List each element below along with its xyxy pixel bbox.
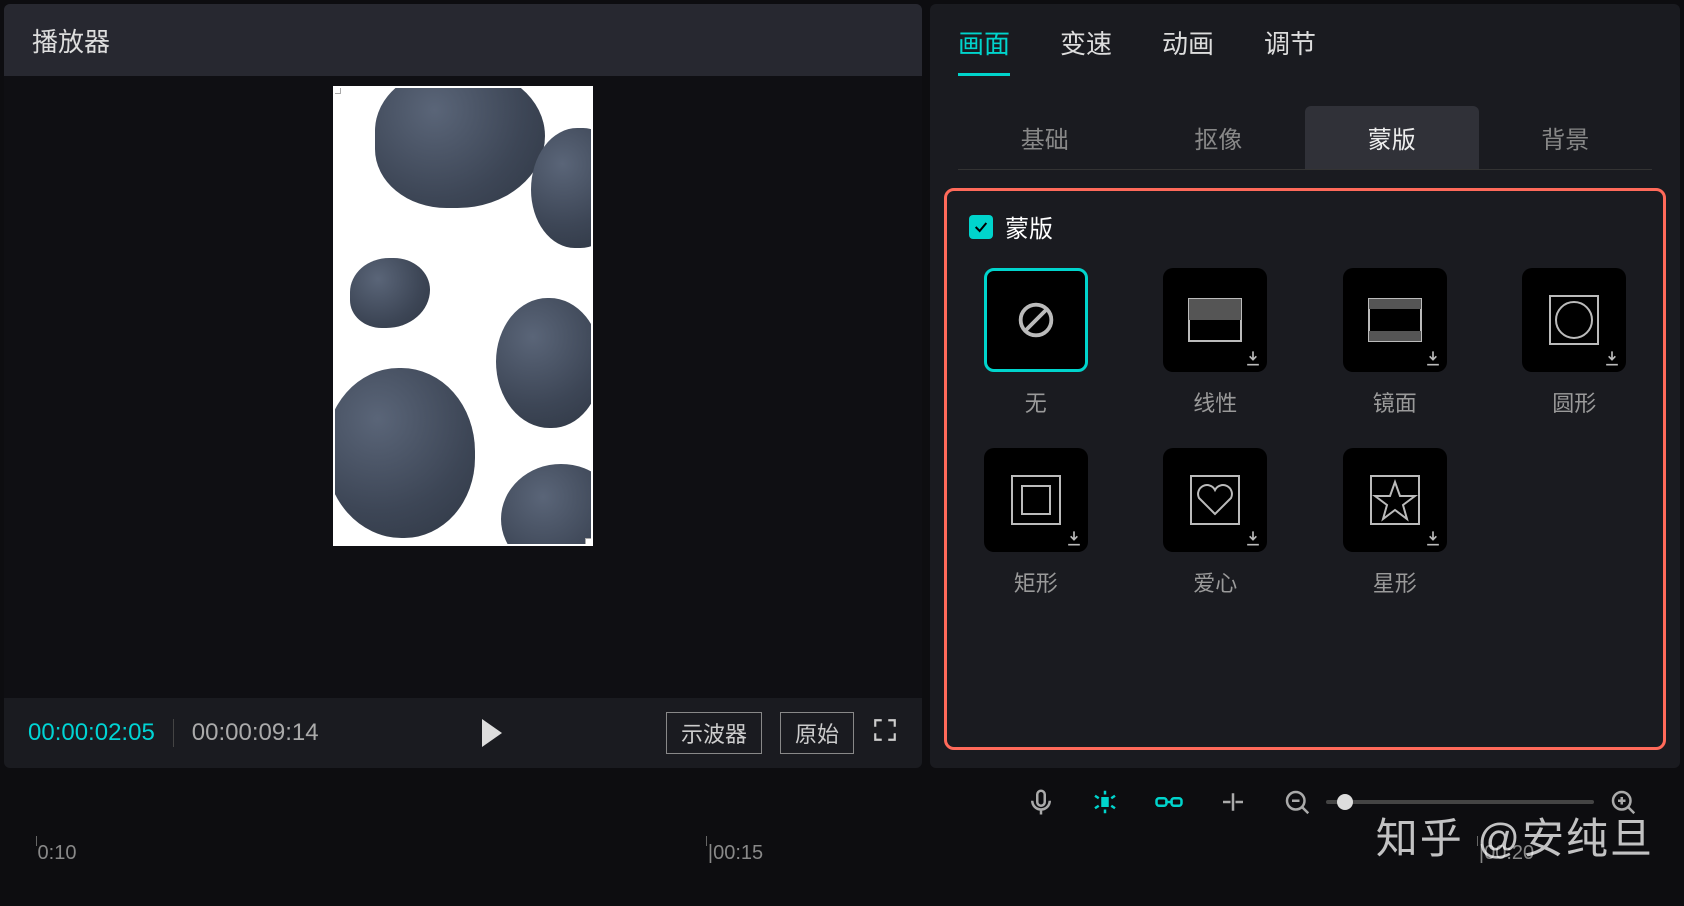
mask-mirror-thumb[interactable]: [1343, 268, 1447, 372]
mask-section-label: 蒙版: [1005, 209, 1053, 244]
divider: [173, 719, 174, 747]
mask-linear-label: 线性: [1193, 386, 1237, 418]
download-icon: [1602, 348, 1622, 368]
cut-icon[interactable]: [1216, 785, 1250, 819]
mask-heart-label: 爱心: [1193, 566, 1237, 598]
mask-linear-thumb[interactable]: [1163, 268, 1267, 372]
download-icon: [1243, 348, 1263, 368]
timeline-tick: |00:15: [708, 842, 763, 865]
player-title: 播放器: [4, 4, 922, 76]
play-button[interactable]: [482, 719, 502, 747]
video-frame[interactable]: [333, 86, 593, 546]
mask-circle-label: 圆形: [1552, 386, 1596, 418]
mask-rect-label: 矩形: [1014, 566, 1058, 598]
mask-star-thumb[interactable]: [1343, 448, 1447, 552]
mask-star[interactable]: 星形: [1328, 448, 1462, 598]
zoom-knob[interactable]: [1337, 794, 1353, 810]
link-icon[interactable]: [1152, 785, 1186, 819]
mask-mirror[interactable]: 镜面: [1328, 268, 1462, 418]
snap-icon[interactable]: [1088, 785, 1122, 819]
download-icon: [1064, 528, 1084, 548]
panel-tabs: 画面变速动画调节: [930, 4, 1680, 76]
fullscreen-icon[interactable]: [872, 717, 898, 750]
download-icon: [1423, 528, 1443, 548]
original-button[interactable]: 原始: [780, 712, 854, 754]
tab-3[interactable]: 调节: [1264, 24, 1316, 76]
mask-mirror-label: 镜面: [1373, 386, 1417, 418]
oscilloscope-button[interactable]: 示波器: [666, 712, 762, 754]
mask-rect[interactable]: 矩形: [969, 448, 1103, 598]
mask-checkbox[interactable]: [969, 215, 993, 239]
mask-none[interactable]: 无: [969, 268, 1103, 418]
mask-circle-thumb[interactable]: [1522, 268, 1626, 372]
mask-none-thumb[interactable]: [984, 268, 1088, 372]
current-timecode: 00:00:02:05: [28, 719, 155, 747]
mic-icon[interactable]: [1024, 785, 1058, 819]
mask-star-label: 星形: [1373, 566, 1417, 598]
zoom-track[interactable]: [1326, 800, 1594, 804]
subtab-3[interactable]: 背景: [1479, 106, 1653, 169]
tab-0[interactable]: 画面: [958, 24, 1010, 76]
download-icon: [1423, 348, 1443, 368]
player-panel: 播放器 00:00:02:05 00:00:09:14 示波器 原始: [4, 4, 922, 768]
zoom-out-icon[interactable]: [1280, 785, 1314, 819]
mask-grid: 无 线性 镜面 圆形矩形 爱心 星形: [961, 268, 1649, 598]
download-icon: [1243, 528, 1263, 548]
watermark: 知乎 @安纯旦: [1376, 805, 1654, 866]
mask-circle[interactable]: 圆形: [1508, 268, 1642, 418]
mask-heart[interactable]: 爱心: [1149, 448, 1283, 598]
subtab-1[interactable]: 抠像: [1132, 106, 1306, 169]
video-canvas[interactable]: [4, 76, 922, 698]
mask-highlight-box: 蒙版 无 线性 镜面 圆形矩形 爱心 星形: [944, 188, 1666, 750]
timeline-tick: 0:10: [38, 842, 77, 865]
tab-2[interactable]: 动画: [1162, 24, 1214, 76]
subtab-0[interactable]: 基础: [958, 106, 1132, 169]
player-controls: 00:00:02:05 00:00:09:14 示波器 原始: [4, 698, 922, 768]
properties-panel: 画面变速动画调节 基础抠像蒙版背景 蒙版 无线性镜面圆形矩形爱心星形: [930, 4, 1680, 768]
mask-heart-thumb[interactable]: [1163, 448, 1267, 552]
total-timecode: 00:00:09:14: [192, 719, 319, 747]
mask-none-label: 无: [1025, 386, 1047, 418]
subtab-2[interactable]: 蒙版: [1305, 106, 1479, 169]
panel-subtabs: 基础抠像蒙版背景: [958, 106, 1652, 170]
mask-checkbox-row[interactable]: 蒙版: [969, 209, 1649, 244]
mask-rect-thumb[interactable]: [984, 448, 1088, 552]
tab-1[interactable]: 变速: [1060, 24, 1112, 76]
mask-linear[interactable]: 线性: [1149, 268, 1283, 418]
